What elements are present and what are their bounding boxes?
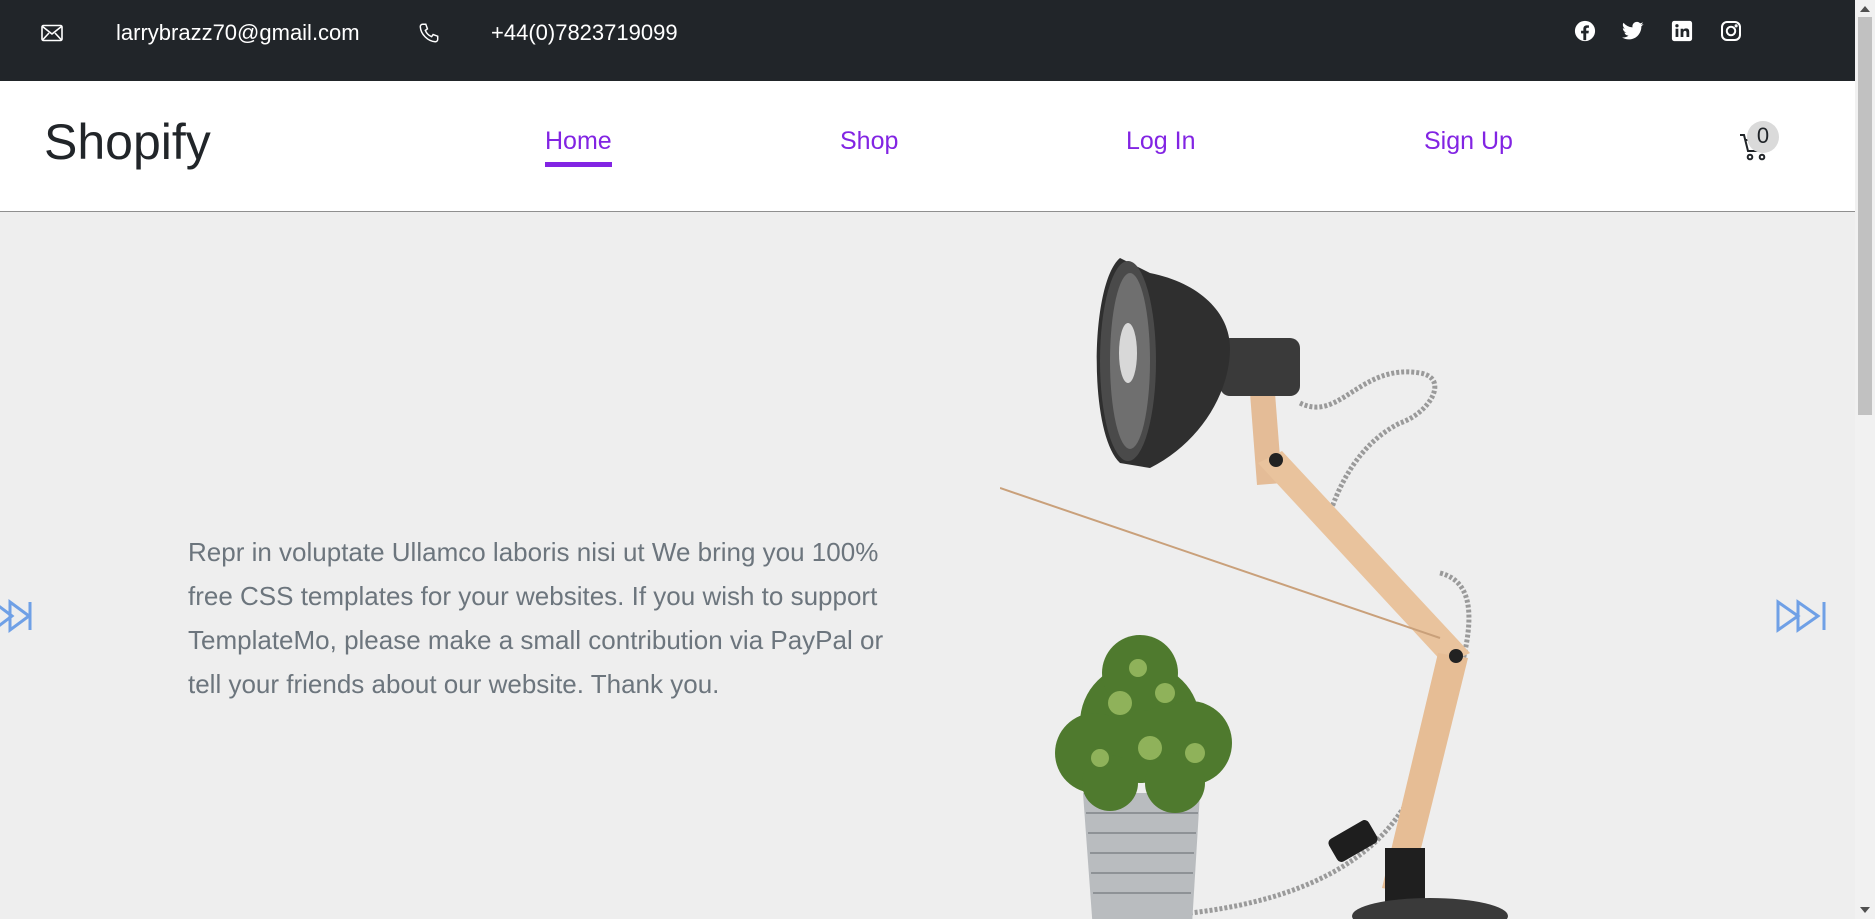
cart-count-badge: 0 <box>1747 121 1779 153</box>
hero-carousel: Repr in voluptate Ullamco laboris nisi u… <box>0 213 1855 919</box>
page-scrollbar[interactable] <box>1855 0 1875 919</box>
skip-back-icon[interactable] <box>0 596 50 636</box>
contact-topbar: larrybrazz70@gmail.com +44(0)7823719099 <box>0 0 1855 81</box>
email-link[interactable]: larrybrazz70@gmail.com <box>116 0 360 66</box>
scroll-down-arrow-icon[interactable] <box>1855 902 1875 919</box>
nav-signup[interactable]: Sign Up <box>1424 129 1513 154</box>
facebook-icon[interactable] <box>1572 18 1598 44</box>
hero-description: Repr in voluptate Ullamco laboris nisi u… <box>188 537 884 699</box>
nav-home[interactable]: Home <box>545 129 612 154</box>
active-nav-indicator <box>545 162 612 167</box>
nav-shop[interactable]: Shop <box>840 129 898 154</box>
scrollbar-thumb[interactable] <box>1858 17 1872 415</box>
phone-link[interactable]: +44(0)7823719099 <box>491 0 678 66</box>
linkedin-icon[interactable] <box>1669 18 1695 44</box>
skip-forward-icon[interactable] <box>1776 596 1830 636</box>
twitter-icon[interactable] <box>1620 18 1646 44</box>
nav-login[interactable]: Log In <box>1126 129 1196 154</box>
envelope-icon <box>41 0 63 66</box>
site-header: Shopify Home Shop Log In Sign Up <box>0 81 1855 212</box>
desk-lamp-image <box>999 253 1520 919</box>
instagram-icon[interactable] <box>1718 18 1744 44</box>
phone-icon <box>418 0 440 66</box>
brand-logo[interactable]: Shopify <box>44 117 211 167</box>
scroll-up-arrow-icon[interactable] <box>1855 0 1875 17</box>
